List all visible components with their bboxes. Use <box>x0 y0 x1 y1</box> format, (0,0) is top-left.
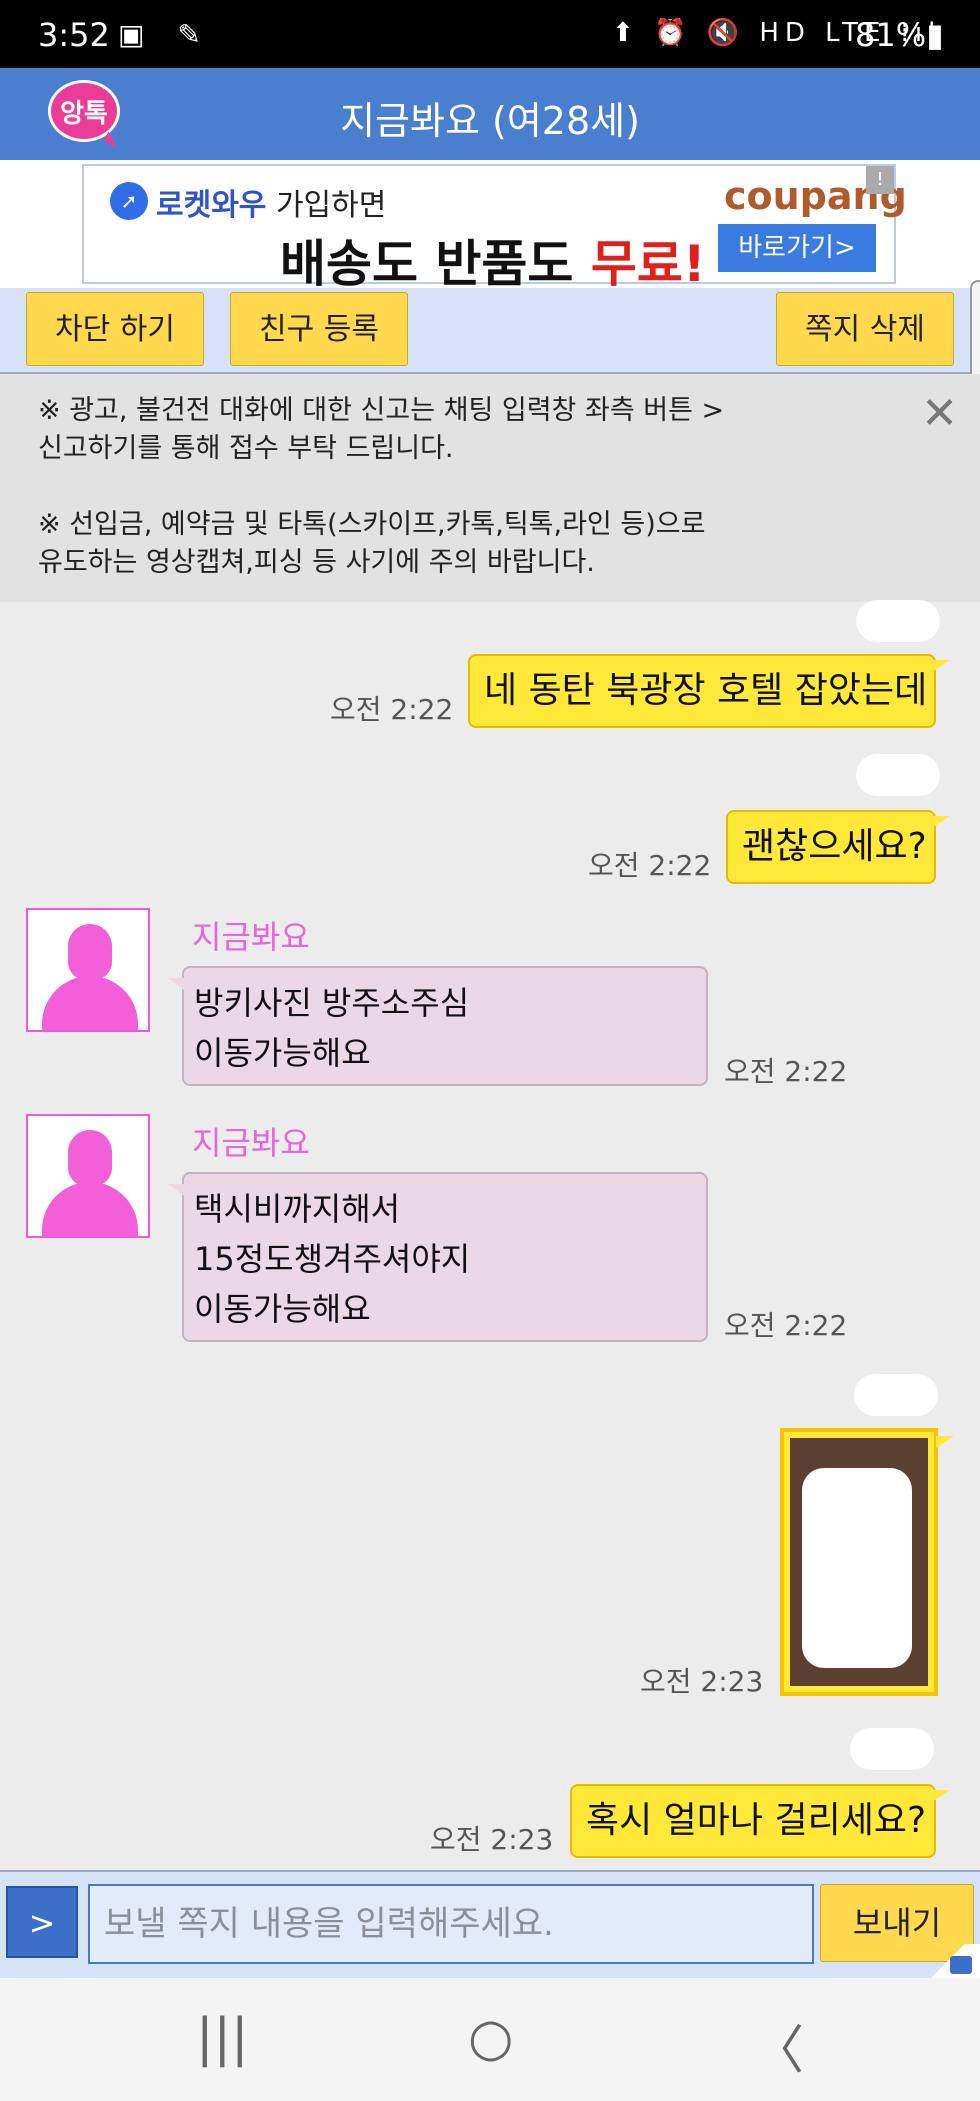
incoming-message[interactable]: 방키사진 방주소주심 이동가능해요 <box>168 966 708 1086</box>
ad-line-1: 로켓와우 가입하면 <box>156 188 387 223</box>
notice-scam-line-2: 유도하는 영상캡쳐,피싱 등 사기에 주의 바랍니다. <box>38 547 595 578</box>
read-status-blob <box>856 754 940 796</box>
redacted-area <box>802 1468 912 1668</box>
report-menu-button[interactable]: > <box>6 1886 78 1958</box>
message-line: 15정도챙겨주셔야지 <box>194 1240 471 1278</box>
action-bar: 차단 하기 친구 등록 쪽지 삭제 <box>0 288 980 374</box>
close-icon[interactable]: ✕ <box>921 388 958 439</box>
sender-avatar[interactable] <box>26 1114 150 1238</box>
clock: 3:52 <box>38 16 110 54</box>
ad-area: ➚ 로켓와우 가입하면 배송도 반품도 무료! coupang 바로가기> ! <box>0 160 980 293</box>
incoming-message[interactable]: 택시비까지해서 15정도챙겨주셔야지 이동가능해요 <box>168 1172 708 1342</box>
delete-note-button[interactable]: 쪽지 삭제 <box>776 292 954 366</box>
read-status-blob <box>854 1374 938 1416</box>
ad-banner[interactable]: ➚ 로켓와우 가입하면 배송도 반품도 무료! coupang 바로가기> ! <box>82 164 907 293</box>
notice-report-line-1: ※ 광고, 불건전 대화에 대한 신고는 채팅 입력창 좌측 버튼 > <box>38 395 725 426</box>
home-icon[interactable]: ○ <box>468 2008 513 2068</box>
ad-go-button[interactable]: 바로가기> <box>718 224 876 272</box>
warning-notice: ※ 광고, 불건전 대화에 대한 신고는 채팅 입력창 좌측 버튼 > 신고하기… <box>0 374 980 602</box>
message-line: 방키사진 방주소주심 <box>194 984 470 1022</box>
message-time: 오전 2:22 <box>724 1309 848 1342</box>
recents-icon[interactable]: ||| <box>196 2008 249 2068</box>
lock-icon-body <box>950 1956 972 1974</box>
message-time: 오전 2:22 <box>588 849 712 882</box>
sender-avatar[interactable] <box>26 908 150 1032</box>
rocket-icon: ➚ <box>110 182 148 220</box>
message-time: 오전 2:23 <box>640 1665 764 1698</box>
avatar-body <box>42 976 138 1030</box>
status-bar: 3:52 ▣ ✎ ⬆ ⏰ 🔇 HD LTE ⁞ıl 81%▮ <box>0 0 980 68</box>
avatar-body <box>42 1182 138 1236</box>
chat-title: 지금봐요 (여28세) <box>340 99 640 143</box>
message-line: 이동가능해요 <box>194 1290 371 1328</box>
block-button[interactable]: 차단 하기 <box>26 292 204 366</box>
notification-icons: ▣ ✎ <box>118 18 213 51</box>
ad-info-icon[interactable]: ! <box>866 166 894 194</box>
system-nav-bar: ||| ○ 〈 <box>0 1978 980 2101</box>
sender-name: 지금봐요 <box>192 918 310 956</box>
avatar-head <box>68 924 112 980</box>
message-input[interactable]: 보낼 쪽지 내용을 입력해주세요. <box>88 1884 814 1964</box>
image-message[interactable] <box>780 1428 954 1696</box>
app-header: 앙톡 지금봐요 (여28세) <box>0 68 980 160</box>
read-status-blob <box>856 600 940 642</box>
message-time: 오전 2:23 <box>430 1823 554 1856</box>
sender-name: 지금봐요 <box>192 1124 310 1162</box>
message-line: 택시비까지해서 <box>194 1190 401 1228</box>
back-icon[interactable]: 〈 <box>752 2008 804 2083</box>
add-friend-button[interactable]: 친구 등록 <box>230 292 408 366</box>
outgoing-message[interactable]: 네 동탄 북광장 호텔 잡았는데 <box>468 654 950 728</box>
message-time: 오전 2:22 <box>724 1055 848 1088</box>
outgoing-message[interactable]: 괜찮으세요? <box>726 810 950 884</box>
message-line: 이동가능해요 <box>194 1034 371 1072</box>
avatar-head <box>68 1130 112 1186</box>
battery-indicator: 81%▮ <box>855 16 944 54</box>
message-composer: > 보낼 쪽지 내용을 입력해주세요. 보내기 <box>0 1870 980 1980</box>
ad-line-2: 배송도 반품도 무료! <box>280 235 706 293</box>
message-time: 오전 2:22 <box>330 693 454 726</box>
lock-icon[interactable] <box>916 1944 980 1978</box>
notice-report-line-2: 신고하기를 통해 접수 부탁 드립니다. <box>38 433 454 464</box>
photo-thumbnail <box>790 1438 928 1686</box>
notice-scam-line-1: ※ 선입금, 예약금 및 타톡(스카이프,카톡,틱톡,라인 등)으로 <box>38 509 706 540</box>
outgoing-message[interactable]: 혹시 얼마나 걸리세요? <box>570 1784 950 1858</box>
read-status-blob <box>850 1728 934 1770</box>
